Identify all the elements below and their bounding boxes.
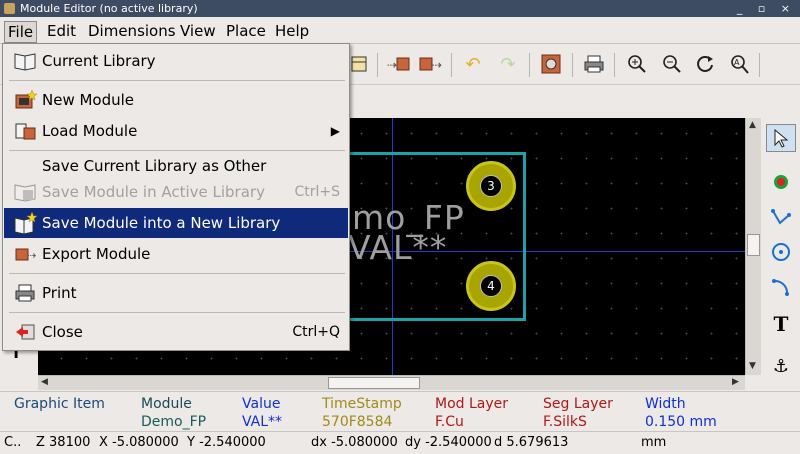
shortcut-ctrl-q: Ctrl+Q — [292, 324, 340, 340]
menu-item-new-module[interactable]: New Module — [4, 85, 348, 115]
print-icon — [12, 281, 38, 305]
window-title: Module Editor (no active library) — [20, 2, 198, 15]
pad-4-number: 4 — [480, 275, 502, 297]
menu-item-save-module-active-library[interactable]: Save Module in Active Library Ctrl+S — [4, 177, 348, 207]
horizontal-scroll-thumb[interactable] — [328, 377, 420, 389]
add-text-icon[interactable]: T — [766, 310, 796, 338]
menu-item-load-module[interactable]: Load Module ▶ — [4, 116, 348, 146]
msg-module-label: Module — [141, 396, 192, 412]
msg-graphic-item: Graphic Item — [14, 396, 105, 412]
status-units: mm — [641, 435, 667, 450]
menu-view[interactable]: View — [177, 21, 219, 41]
vertical-scrollbar[interactable]: ▲ ▼ — [745, 118, 761, 375]
msg-seglayer-label: Seg Layer — [543, 396, 613, 412]
msg-value-value: VAL** — [242, 414, 283, 430]
add-pad-icon[interactable] — [766, 168, 796, 196]
submenu-arrow-icon: ▶ — [330, 124, 340, 138]
msg-value-label: Value — [242, 396, 281, 412]
scroll-up-icon[interactable]: ▲ — [749, 120, 756, 130]
load-from-board-icon[interactable]: ⇢ — [386, 51, 412, 77]
status-distance: d 5.679613 — [494, 435, 569, 450]
anchor-icon[interactable]: ⚓ — [766, 352, 796, 380]
export-module-icon: ⇢ — [12, 242, 38, 266]
shortcut-ctrl-s: Ctrl+S — [294, 184, 340, 200]
menu-item-current-library[interactable]: Current Library — [4, 46, 348, 76]
msg-module-value: Demo_FP — [141, 414, 207, 430]
undo-icon[interactable]: ↶ — [460, 51, 486, 77]
scroll-down-icon[interactable]: ▼ — [749, 361, 756, 371]
msg-modlayer-value: F.Cu — [435, 414, 464, 430]
menu-place[interactable]: Place — [223, 21, 269, 41]
status-x: X -5.080000 — [99, 435, 179, 450]
add-circle-icon[interactable] — [766, 238, 796, 266]
menu-dimensions[interactable]: Dimensions — [85, 21, 179, 41]
pad-3[interactable]: 3 — [466, 161, 516, 211]
menu-bar: File Edit Dimensions View Place Help — [0, 17, 800, 44]
msg-timestamp-value: 570F8584 — [322, 414, 393, 430]
exit-icon — [12, 320, 38, 344]
redraw-icon[interactable] — [692, 51, 718, 77]
menu-item-save-module-new-library[interactable]: Save Module into a New Library — [4, 208, 348, 238]
load-module-icon — [12, 119, 38, 143]
select-arrow-icon[interactable] — [766, 124, 796, 152]
status-bar: C.. Z 38100 X -5.080000 Y -2.540000 dx -… — [0, 431, 800, 454]
status-dx: dx -5.080000 — [311, 435, 398, 450]
add-line-icon[interactable] — [766, 204, 796, 232]
status-dy: dy -2.540000 — [405, 435, 492, 450]
redo-icon[interactable]: ↷ — [495, 51, 521, 77]
pad-3-number: 3 — [480, 175, 502, 197]
insert-into-board-icon[interactable]: ⇢ — [417, 51, 443, 77]
print-icon[interactable] — [581, 51, 607, 77]
menu-item-export-module[interactable]: ⇢ Export Module — [4, 239, 348, 269]
status-y: Y -2.540000 — [187, 435, 266, 450]
right-toolbar: T ⚓ — [762, 118, 800, 390]
horizontal-scrollbar[interactable]: ◀ ▶ — [38, 375, 745, 390]
module-value-text[interactable]: VAL** — [348, 228, 447, 267]
svg-text:⇢: ⇢ — [387, 58, 397, 72]
status-left: C.. — [4, 435, 22, 450]
msg-width-label: Width — [645, 396, 686, 412]
msg-seglayer-value: F.SilkS — [543, 414, 587, 430]
window-controls[interactable]: _ ▫ × — [737, 0, 796, 17]
menu-item-close[interactable]: Close Ctrl+Q — [4, 317, 348, 347]
msg-modlayer-label: Mod Layer — [435, 396, 509, 412]
scroll-left-icon[interactable]: ◀ — [41, 377, 48, 387]
message-panel: Graphic Item Module Demo_FP Value VAL** … — [0, 391, 800, 431]
menu-item-print[interactable]: Print — [4, 278, 348, 308]
menu-file[interactable]: File — [4, 21, 38, 43]
book-icon — [12, 49, 38, 73]
svg-text:⇢: ⇢ — [27, 249, 36, 262]
title-bar: Module Editor (no active library) _ ▫ × — [0, 0, 800, 17]
save-library-icon — [12, 180, 38, 204]
status-zoom: Z 38100 — [36, 435, 91, 450]
menu-help[interactable]: Help — [272, 21, 312, 41]
new-module-icon — [12, 88, 38, 112]
vertical-scroll-thumb[interactable] — [747, 234, 760, 256]
app-icon — [4, 3, 15, 14]
scroll-right-icon[interactable]: ▶ — [732, 377, 739, 387]
file-menu-dropdown: Current Library New Module Load Module ▶… — [2, 43, 350, 351]
svg-text:⇢: ⇢ — [432, 58, 442, 72]
new-library-icon — [12, 211, 38, 235]
pad-4[interactable]: 4 — [466, 261, 516, 311]
zoom-out-icon[interactable] — [659, 51, 685, 77]
msg-timestamp-label: TimeStamp — [322, 396, 402, 412]
add-arc-icon[interactable] — [766, 273, 796, 301]
menu-edit[interactable]: Edit — [44, 21, 79, 41]
zoom-fit-icon[interactable]: A — [726, 51, 752, 77]
svg-text:A: A — [734, 58, 740, 67]
module-properties-icon[interactable] — [538, 51, 564, 77]
msg-width-value: 0.150 mm — [645, 414, 717, 430]
zoom-in-icon[interactable] — [624, 51, 650, 77]
